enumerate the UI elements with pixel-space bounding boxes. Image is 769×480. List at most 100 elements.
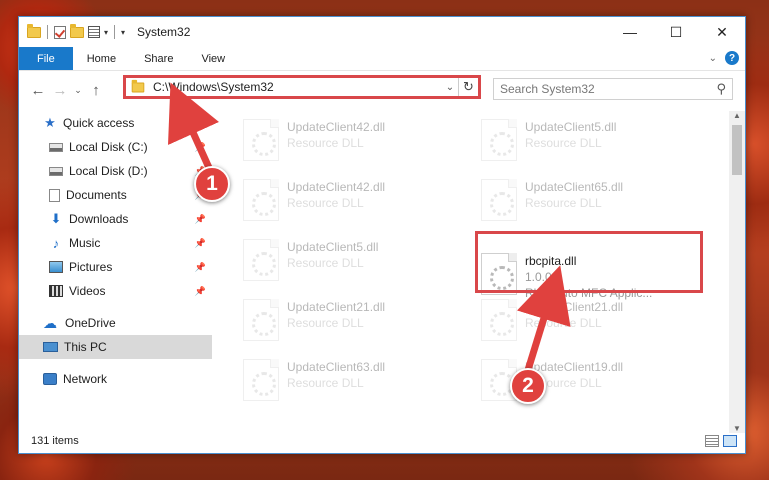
folder-icon — [131, 79, 145, 92]
properties-icon[interactable] — [88, 26, 100, 38]
step-badge-2: 2 — [510, 368, 546, 404]
details-view-icon[interactable] — [705, 435, 719, 447]
file-item[interactable]: UpdateClient65.dll Resource DLL — [475, 177, 695, 227]
properties-check-icon[interactable] — [54, 25, 66, 39]
forward-button[interactable]: → — [49, 82, 71, 99]
sidebar-item-onedrive[interactable]: ☁ OneDrive — [19, 311, 212, 335]
folder-icon — [27, 23, 41, 38]
step-badge-1: 1 — [194, 166, 230, 202]
pictures-icon — [49, 261, 63, 273]
pin-icon[interactable]: 📌 — [195, 262, 206, 273]
explorer-window: ▾ ▾ System32 — ☐ ✕ File Home Share View … — [18, 16, 746, 454]
window-controls: — ☐ ✕ — [607, 17, 745, 47]
file-description: Resource DLL — [287, 256, 364, 270]
help-icon[interactable]: ? — [725, 51, 739, 65]
tab-home[interactable]: Home — [73, 47, 130, 70]
vertical-scrollbar[interactable]: ▲ ▼ — [729, 111, 745, 433]
tab-view[interactable]: View — [187, 47, 239, 70]
sidebar-item-label: Downloads — [69, 212, 129, 226]
sidebar-item-label: Documents — [66, 188, 127, 202]
file-item[interactable]: UpdateClient5.dll Resource DLL — [475, 117, 695, 167]
dll-file-icon — [481, 119, 517, 161]
back-button[interactable]: ← — [27, 82, 49, 99]
chevron-down-icon[interactable]: ⌄ — [442, 82, 458, 93]
window-title: System32 — [137, 25, 191, 39]
dll-file-icon — [243, 239, 279, 281]
sidebar-item-quick-access[interactable]: ★ Quick access — [19, 111, 212, 135]
file-description: Resource DLL — [287, 316, 364, 330]
sidebar-item-videos[interactable]: Videos 📌 — [19, 279, 212, 303]
network-icon — [43, 373, 57, 385]
quick-access-toolbar: ▾ ▾ — [19, 23, 125, 39]
ribbon-right: ⌄ ? — [709, 51, 739, 65]
file-name: UpdateClient21.dll — [287, 300, 386, 314]
address-bar[interactable]: C:\Windows\System32 ⌄ ↻ — [123, 75, 481, 99]
documents-icon — [49, 188, 60, 202]
file-item[interactable]: UpdateClient5.dll Resource DLL — [237, 237, 457, 287]
new-folder-icon[interactable] — [70, 23, 84, 38]
dll-file-icon — [243, 359, 279, 401]
file-name: UpdateClient5.dll — [287, 240, 379, 254]
sidebar-item-pictures[interactable]: Pictures 📌 — [19, 255, 212, 279]
file-item[interactable]: UpdateClient21.dll Resource DLL — [475, 297, 695, 347]
toolbar-separator — [47, 25, 48, 39]
file-item[interactable]: UpdateClient42.dll Resource DLL — [237, 177, 457, 227]
videos-icon — [49, 285, 63, 297]
file-item[interactable]: UpdateClient63.dll Resource DLL — [237, 357, 457, 407]
tab-share[interactable]: Share — [130, 47, 187, 70]
music-icon: ♪ — [52, 235, 60, 251]
title-bar: ▾ ▾ System32 — ☐ ✕ — [19, 17, 745, 47]
address-path[interactable]: C:\Windows\System32 — [153, 80, 442, 94]
sidebar-item-this-pc[interactable]: This PC — [19, 335, 212, 359]
pin-icon[interactable]: 📌 — [195, 142, 206, 153]
highlight-box-rbcpita — [475, 231, 703, 293]
sidebar-item-label: Music — [69, 236, 101, 250]
sidebar-item-label: Local Disk (C:) — [69, 140, 148, 154]
file-name: UpdateClient42.dll — [287, 120, 386, 134]
file-description: Resource DLL — [525, 196, 602, 210]
scroll-up-icon[interactable]: ▲ — [729, 111, 745, 120]
search-placeholder: Search System32 — [500, 82, 595, 96]
file-description: Resource DLL — [525, 136, 602, 150]
sidebar-item-label: Videos — [69, 284, 106, 298]
file-item[interactable]: UpdateClient42.dll Resource DLL — [237, 117, 457, 167]
scroll-down-icon[interactable]: ▼ — [729, 424, 745, 433]
large-icons-view-icon[interactable] — [723, 435, 737, 447]
search-input[interactable]: Search System32 ⚲ — [493, 78, 733, 100]
sidebar-item-local-disk-d[interactable]: Local Disk (D:)📌 — [19, 159, 212, 183]
file-description: Resource DLL — [525, 316, 602, 330]
download-icon: ⬇ — [50, 211, 62, 226]
scrollbar-thumb[interactable] — [732, 125, 742, 175]
pc-icon — [43, 342, 58, 352]
status-item-count: 131 items — [31, 435, 79, 447]
search-icon[interactable]: ⚲ — [716, 81, 726, 97]
star-icon: ★ — [44, 115, 56, 130]
sidebar-item-documents[interactable]: Documents📌 — [19, 183, 212, 207]
up-button[interactable]: ↑ — [85, 82, 107, 99]
customize-toolbar-icon[interactable]: ▾ — [121, 28, 125, 37]
expand-ribbon-icon[interactable]: ⌄ — [709, 53, 717, 64]
ribbon-tabs: File Home Share View ⌄ ? — [19, 47, 745, 71]
pin-icon[interactable]: 📌 — [195, 214, 206, 225]
chevron-down-icon[interactable]: ▾ — [104, 28, 108, 37]
close-button[interactable]: ✕ — [699, 17, 745, 47]
pin-icon[interactable]: 📌 — [195, 238, 206, 249]
maximize-button[interactable]: ☐ — [653, 17, 699, 47]
sidebar-item-downloads[interactable]: ⬇ Downloads 📌 — [19, 207, 212, 231]
refresh-button[interactable]: ↻ — [458, 78, 478, 96]
file-description: Resource DLL — [287, 376, 364, 390]
sidebar-item-local-disk-c[interactable]: Local Disk (C:) 📌 — [19, 135, 212, 159]
disk-icon — [49, 166, 63, 176]
file-name: UpdateClient63.dll — [287, 360, 386, 374]
minimize-button[interactable]: — — [607, 17, 653, 47]
file-item[interactable]: UpdateClient21.dll Resource DLL — [237, 297, 457, 347]
disk-icon — [49, 142, 63, 152]
sidebar-item-network[interactable]: Network — [19, 367, 212, 391]
sidebar-item-label: Network — [63, 372, 108, 386]
sidebar-item-music[interactable]: ♪ Music 📌 — [19, 231, 212, 255]
tab-file[interactable]: File — [19, 47, 73, 70]
file-item[interactable]: UpdateClient19.dll Resource DLL — [475, 357, 695, 407]
recent-locations-icon[interactable]: ⌄ — [71, 85, 85, 96]
pin-icon[interactable]: 📌 — [195, 286, 206, 297]
dll-file-icon — [243, 179, 279, 221]
